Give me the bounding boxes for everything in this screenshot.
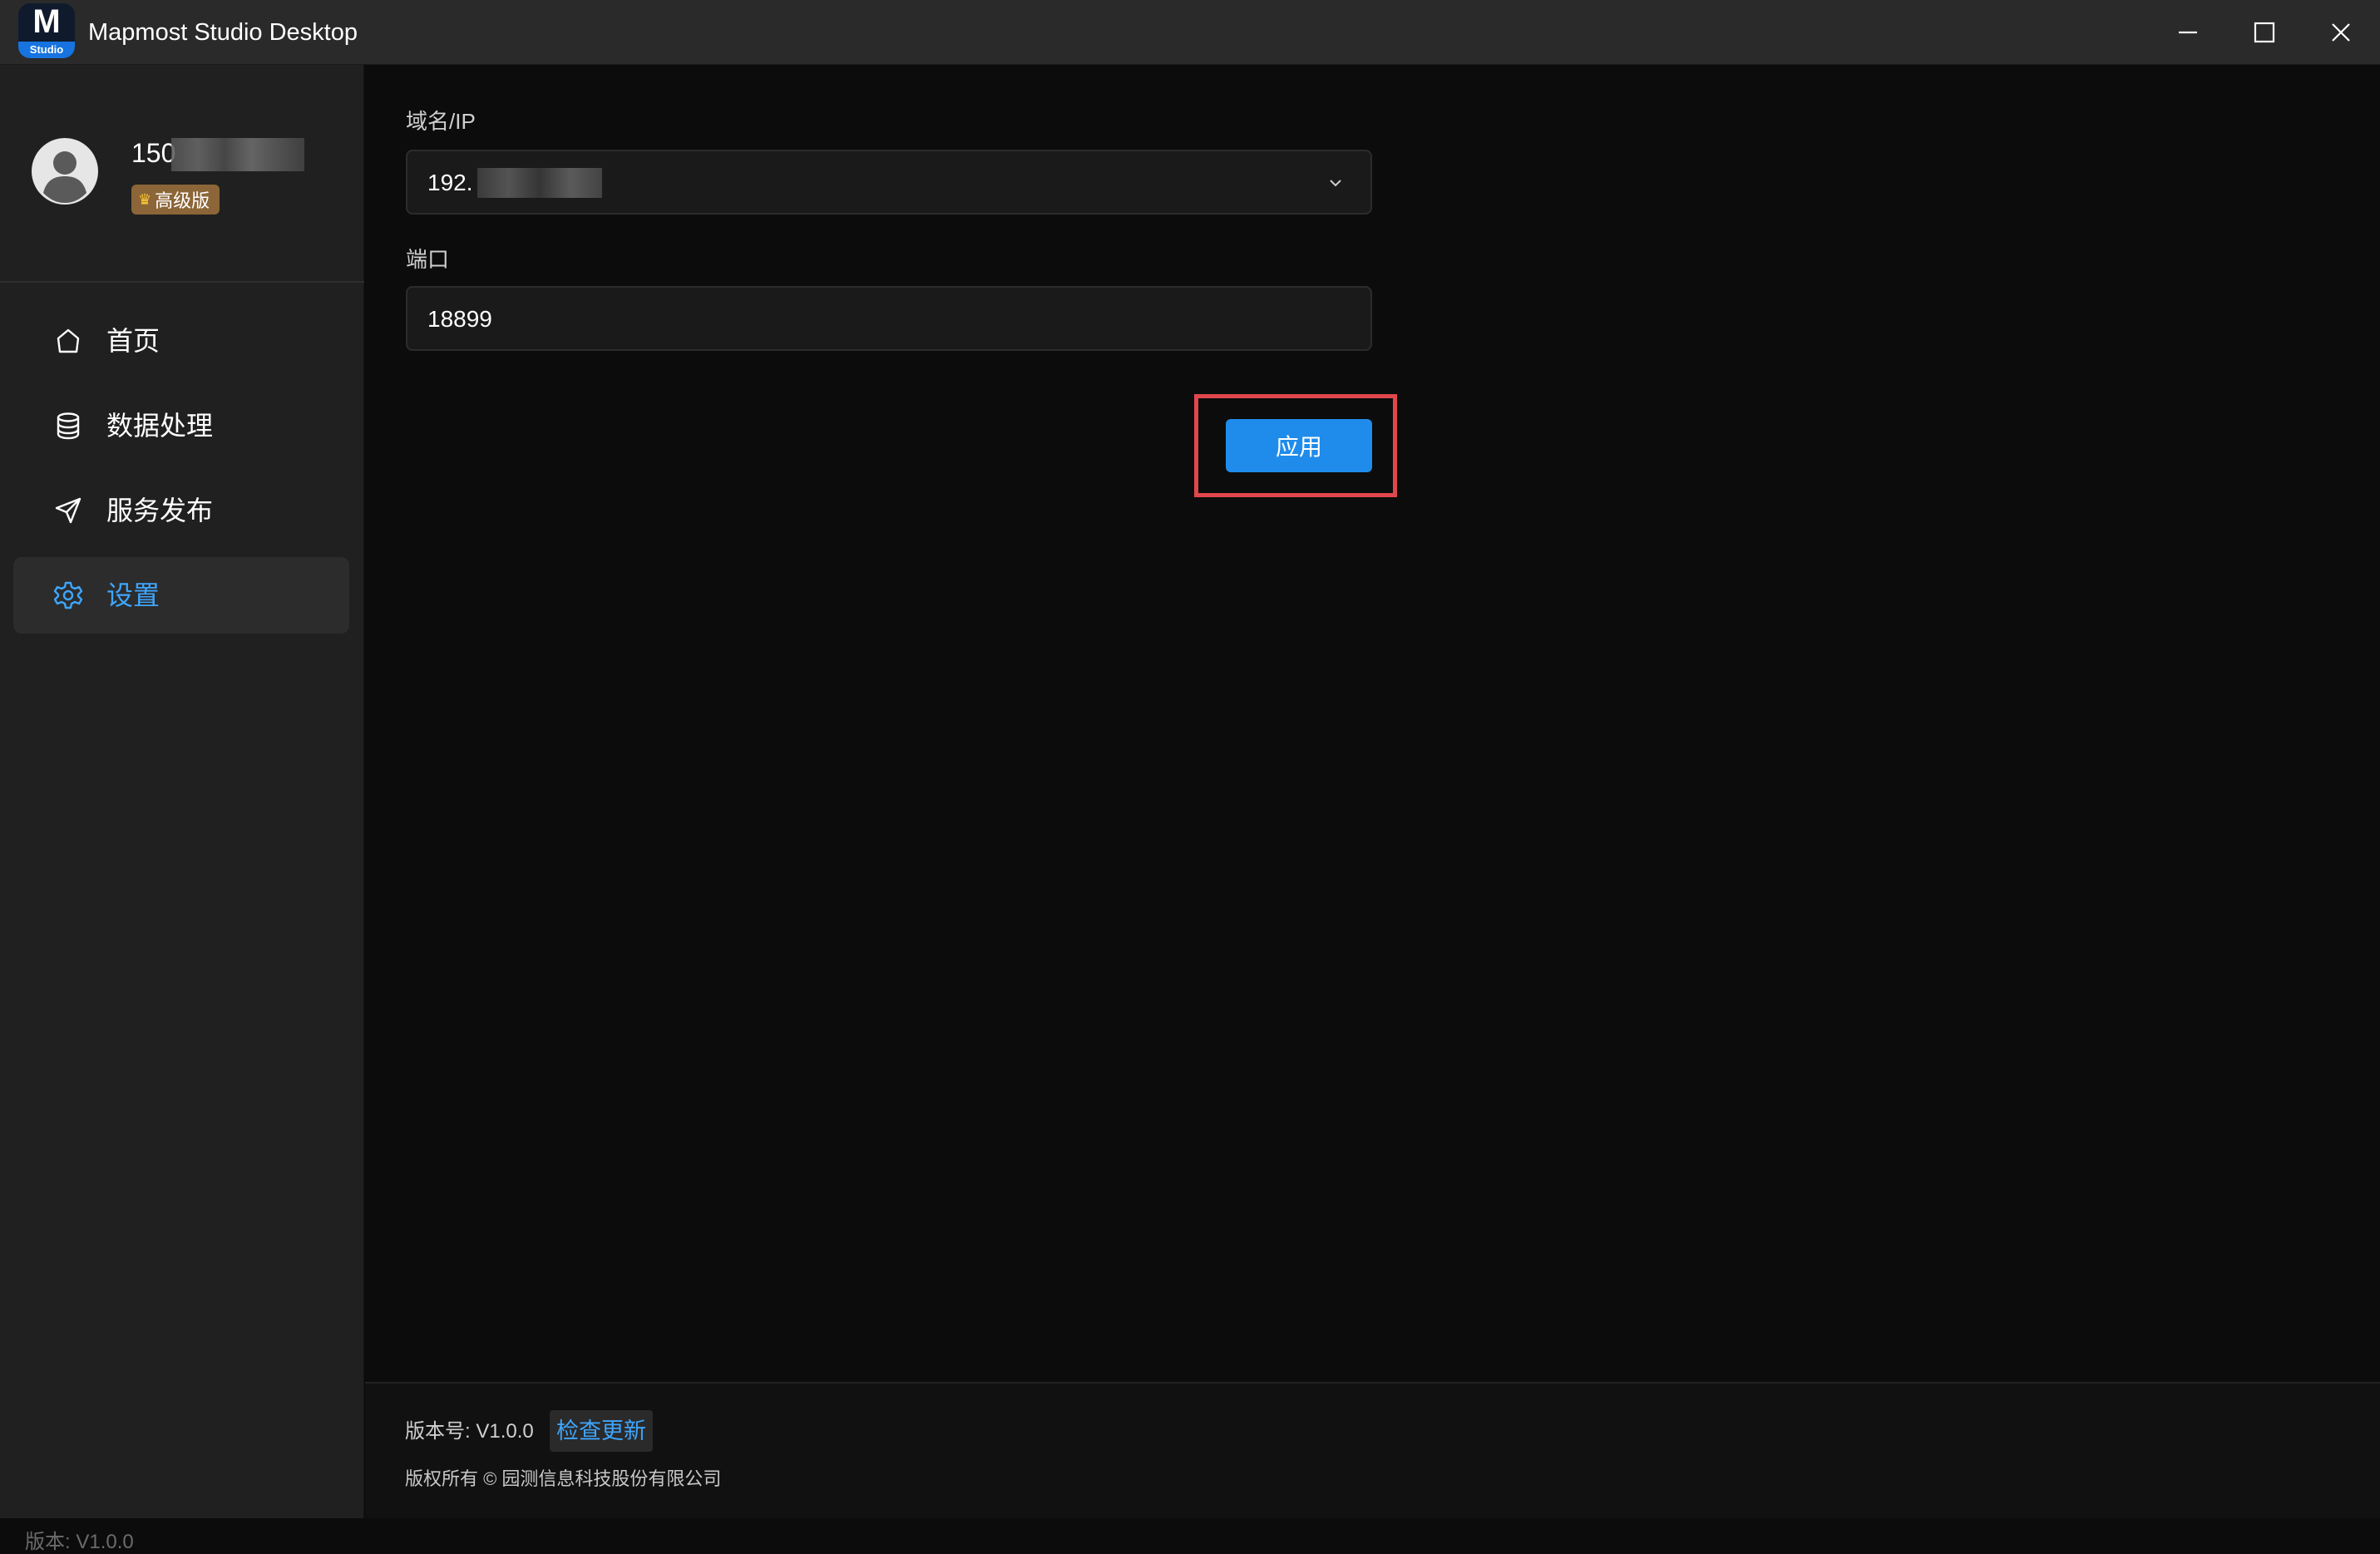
user-avatar-icon[interactable] <box>32 138 98 205</box>
app-logo-letter: M <box>32 3 61 40</box>
footer-version: 版本号: V1.0.0 <box>405 1420 534 1443</box>
send-icon <box>55 497 81 524</box>
minimize-button[interactable] <box>2150 0 2225 65</box>
copyright-text: 版权所有 © 园测信息科技股份有限公司 <box>405 1468 722 1489</box>
chevron-down-icon[interactable] <box>1326 173 1346 193</box>
maximize-icon <box>2254 22 2275 43</box>
app-logo-caption: Studio <box>18 42 75 58</box>
username: 150 <box>131 138 176 168</box>
sidebar-item-home[interactable]: 首页 <box>13 303 349 379</box>
minimize-icon <box>2179 31 2197 34</box>
host-value-redacted <box>477 168 602 198</box>
maximize-button[interactable] <box>2227 0 2302 65</box>
sidebar-item-label: 服务发布 <box>106 496 214 525</box>
port-input[interactable]: 18899 <box>406 286 1372 351</box>
sidebar-item-settings[interactable]: 设置 <box>13 557 349 634</box>
close-icon <box>2332 23 2350 42</box>
host-label: 域名/IP <box>406 109 476 134</box>
sidebar-item-service-publish[interactable]: 服务发布 <box>13 472 349 549</box>
sidebar-item-label: 首页 <box>106 326 160 356</box>
database-icon <box>57 412 80 440</box>
window-title: Mapmost Studio Desktop <box>88 19 358 46</box>
check-update-button[interactable]: 检查更新 <box>550 1410 653 1452</box>
sidebar-item-label: 数据处理 <box>106 411 214 441</box>
plan-badge-label: 高级版 <box>155 190 210 211</box>
footer: 版本号: V1.0.0 检查更新 版权所有 © 园测信息科技股份有限公司 <box>365 1382 2380 1518</box>
username-redacted <box>171 138 304 171</box>
plan-badge: ♛ 高级版 <box>131 185 220 215</box>
home-icon <box>57 328 80 353</box>
app-logo: M Studio <box>18 3 75 58</box>
title-bar: M Studio Mapmost Studio Desktop <box>0 0 2380 65</box>
sidebar-divider <box>0 281 364 283</box>
host-select[interactable]: 192. <box>406 150 1372 215</box>
sidebar-item-data-processing[interactable]: 数据处理 <box>13 387 349 464</box>
settings-panel <box>365 65 2380 1384</box>
sidebar: 150 ♛ 高级版 首页 数据处理 服务发布 设置 版本: V1.0.0 <box>0 65 364 1553</box>
port-value: 18899 <box>427 306 492 332</box>
host-value: 192. <box>427 170 473 195</box>
apply-button[interactable]: 应用 <box>1226 419 1372 472</box>
port-label: 端口 <box>406 247 450 272</box>
gear-icon <box>53 581 83 609</box>
crown-icon: ♛ <box>138 190 152 208</box>
sidebar-item-label: 设置 <box>106 580 160 610</box>
sidebar-version: 版本: V1.0.0 <box>25 1531 134 1553</box>
close-button[interactable] <box>2303 0 2378 65</box>
